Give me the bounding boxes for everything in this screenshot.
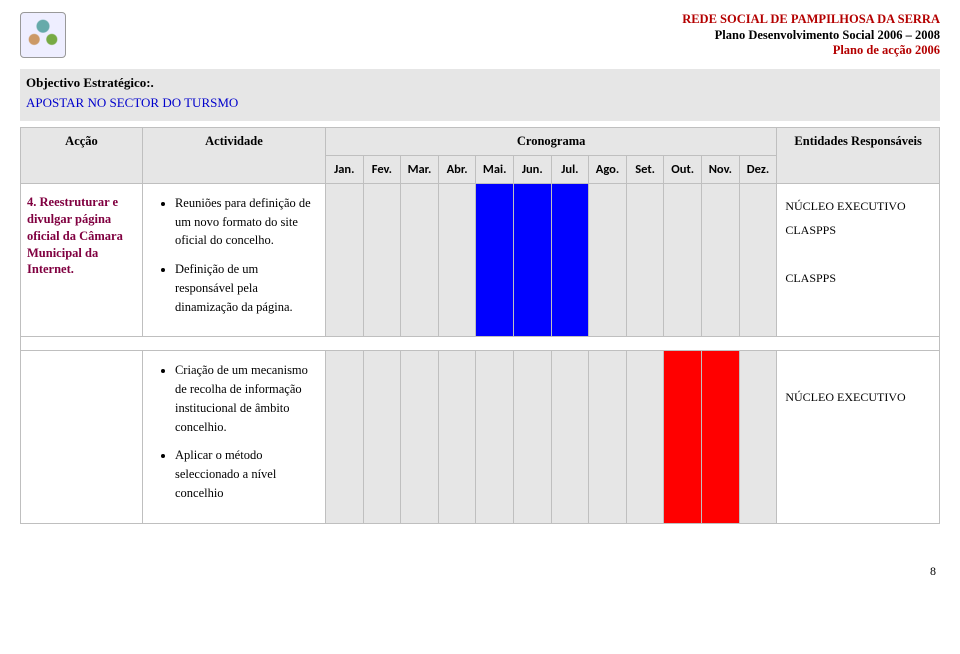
- table-row: Criação de um mecanismo de recolha de in…: [21, 351, 940, 523]
- entidades-cell: NÚCLEO EXECUTIVOCLASPPS CLASPPS: [777, 183, 940, 337]
- objective-banner: Objectivo Estratégico:. APOSTAR NO SECTO…: [20, 69, 940, 121]
- actividade-cell: Criação de um mecanismo de recolha de in…: [142, 351, 325, 523]
- cronograma-cell: [702, 351, 740, 523]
- accao-cell: [21, 351, 143, 523]
- cronograma-cell: [664, 351, 702, 523]
- cronograma-cell: [551, 183, 589, 337]
- cronograma-cell: [476, 183, 514, 337]
- month-out: Out.: [664, 155, 702, 183]
- cronograma-cell: [513, 351, 551, 523]
- cronograma-cell: [363, 183, 401, 337]
- cronograma-cell: [513, 183, 551, 337]
- cronograma-cell: [626, 183, 664, 337]
- table-row: 4. Reestruturar e divulgar página oficia…: [21, 183, 940, 337]
- activity-item: Criação de um mecanismo de recolha de in…: [175, 361, 317, 436]
- entidade-item: CLASPPS: [785, 266, 931, 290]
- activity-item: Reuniões para definição de um novo forma…: [175, 194, 317, 250]
- cronograma-cell: [401, 183, 439, 337]
- cronograma-cell: [325, 183, 363, 337]
- logo-image: [20, 12, 66, 58]
- col-header-accao: Acção: [21, 127, 143, 183]
- header-line-3: Plano de acção 2006: [682, 43, 940, 59]
- month-dez: Dez.: [739, 155, 777, 183]
- month-mai: Mai.: [476, 155, 514, 183]
- cronograma-cell: [438, 183, 476, 337]
- entidade-item: CLASPPS: [785, 218, 931, 242]
- row-spacer: [21, 337, 940, 351]
- cronograma-cell: [702, 183, 740, 337]
- month-abr: Abr.: [438, 155, 476, 183]
- cronograma-cell: [476, 351, 514, 523]
- cronograma-cell: [589, 183, 627, 337]
- col-header-actividade: Actividade: [142, 127, 325, 183]
- plan-table: Acção Actividade Cronograma Entidades Re…: [20, 127, 940, 524]
- activity-item: Definição de um responsável pela dinamiz…: [175, 260, 317, 316]
- month-jan: Jan.: [325, 155, 363, 183]
- cronograma-cell: [739, 351, 777, 523]
- accao-cell: 4. Reestruturar e divulgar página oficia…: [21, 183, 143, 337]
- entidades-cell: NÚCLEO EXECUTIVO: [777, 351, 940, 523]
- objective-text: APOSTAR NO SECTOR DO TURSMO: [26, 95, 934, 111]
- entidade-item: [785, 361, 931, 385]
- month-fev: Fev.: [363, 155, 401, 183]
- cronograma-cell: [438, 351, 476, 523]
- entidade-item: NÚCLEO EXECUTIVO: [785, 194, 931, 218]
- cronograma-cell: [664, 183, 702, 337]
- month-jun: Jun.: [513, 155, 551, 183]
- document-header: REDE SOCIAL DE PAMPILHOSA DA SERRA Plano…: [682, 12, 940, 59]
- col-header-entidades: Entidades Responsáveis: [777, 127, 940, 183]
- month-set: Set.: [626, 155, 664, 183]
- header-line-1: REDE SOCIAL DE PAMPILHOSA DA SERRA: [682, 12, 940, 28]
- cronograma-cell: [363, 351, 401, 523]
- entidade-item: NÚCLEO EXECUTIVO: [785, 385, 931, 409]
- cronograma-cell: [626, 351, 664, 523]
- objective-label: Objectivo Estratégico:.: [26, 75, 934, 91]
- page-number: 8: [20, 564, 940, 579]
- month-nov: Nov.: [702, 155, 740, 183]
- activity-item: Aplicar o método seleccionado a nível co…: [175, 446, 317, 502]
- entidade-item: [785, 242, 931, 266]
- cronograma-cell: [739, 183, 777, 337]
- cronograma-cell: [401, 351, 439, 523]
- actividade-cell: Reuniões para definição de um novo forma…: [142, 183, 325, 337]
- month-ago: Ago.: [589, 155, 627, 183]
- cronograma-cell: [551, 351, 589, 523]
- col-header-cronograma: Cronograma: [325, 127, 776, 155]
- cronograma-cell: [325, 351, 363, 523]
- header-line-2: Plano Desenvolvimento Social 2006 – 2008: [682, 28, 940, 44]
- cronograma-cell: [589, 351, 627, 523]
- month-mar: Mar.: [401, 155, 439, 183]
- month-jul: Jul.: [551, 155, 589, 183]
